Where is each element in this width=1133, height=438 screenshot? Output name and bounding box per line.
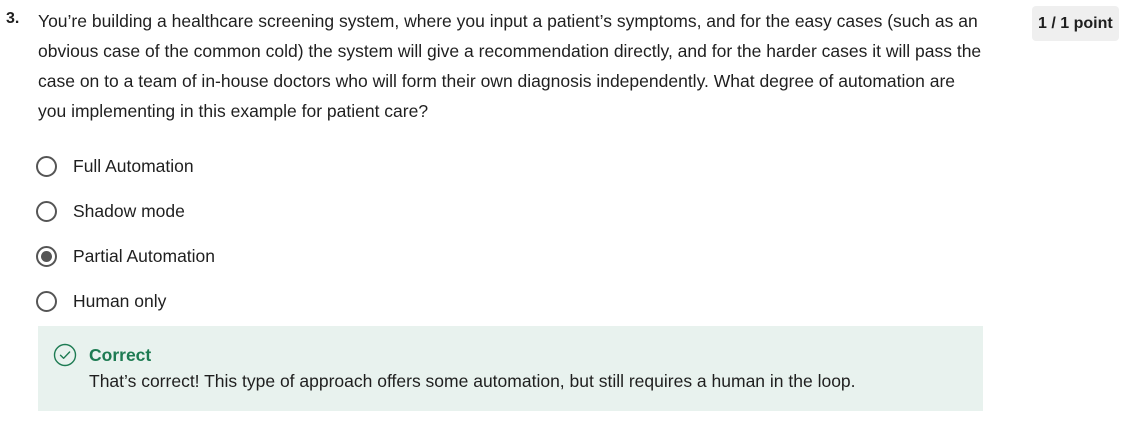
radio-button[interactable] <box>36 156 57 177</box>
points-badge: 1 / 1 point <box>1032 6 1119 41</box>
option-human-only[interactable]: Human only <box>36 279 436 324</box>
question-number: 3. <box>6 10 20 27</box>
radio-button[interactable] <box>36 246 57 267</box>
check-circle-icon <box>53 343 77 367</box>
option-label: Shadow mode <box>73 201 185 221</box>
option-label: Human only <box>73 291 167 311</box>
option-label: Full Automation <box>73 156 194 176</box>
option-shadow-mode[interactable]: Shadow mode <box>36 189 436 234</box>
option-partial-automation[interactable]: Partial Automation <box>36 234 436 279</box>
option-label: Partial Automation <box>73 246 216 266</box>
option-full-automation[interactable]: Full Automation <box>36 144 436 189</box>
feedback-box: Correct That’s correct! This type of app… <box>38 326 983 411</box>
radio-button[interactable] <box>36 291 57 312</box>
answer-options: Full Automation Shadow mode Partial Auto… <box>36 144 436 324</box>
radio-button[interactable] <box>36 201 57 222</box>
feedback-title: Correct <box>89 345 152 365</box>
radio-selected-dot <box>41 251 52 262</box>
question-text: You’re building a healthcare screening s… <box>38 11 982 121</box>
feedback-text: That’s correct! This type of approach of… <box>89 371 856 391</box>
